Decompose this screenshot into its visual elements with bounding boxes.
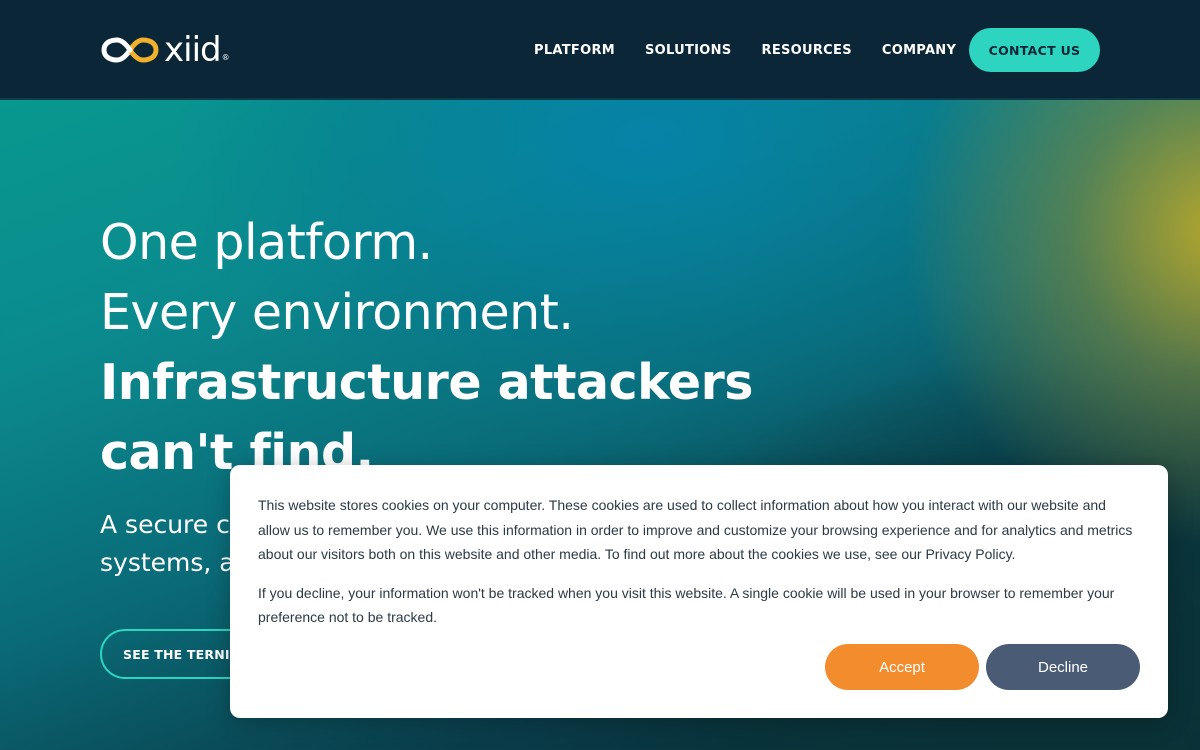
nav-resources[interactable]: RESOURCES [762, 43, 852, 58]
headline-line-1: One platform. [100, 214, 433, 271]
cookie-text-secondary: If you decline, your information won't b… [258, 584, 1115, 626]
contact-us-button[interactable]: CONTACT US [969, 28, 1100, 72]
cookie-consent-banner: This website stores cookies on your comp… [230, 465, 1168, 718]
site-header: xiid ® PLATFORM SOLUTIONS RESOURCES COMP… [0, 0, 1200, 100]
xiid-logo[interactable]: xiid ® [100, 32, 230, 68]
nav-platform[interactable]: PLATFORM [534, 43, 615, 58]
registered-mark: ® [221, 53, 230, 62]
cookie-text-primary: This website stores cookies on your comp… [258, 497, 1133, 562]
logo-wordmark: xiid [164, 30, 222, 70]
infinity-link-icon [101, 37, 159, 63]
cookie-actions: Accept Decline [825, 644, 1140, 690]
nav-solutions[interactable]: SOLUTIONS [645, 43, 732, 58]
hero-headline: One platform. Every environment. Infrast… [100, 208, 800, 488]
headline-line-3: Infrastructure attackers [100, 354, 753, 411]
decline-button[interactable]: Decline [986, 644, 1140, 690]
headline-line-2: Every environment. [100, 284, 574, 341]
main-nav: PLATFORM SOLUTIONS RESOURCES COMPANY [520, 0, 986, 100]
nav-company[interactable]: COMPANY [882, 43, 956, 58]
accept-button[interactable]: Accept [825, 644, 979, 690]
